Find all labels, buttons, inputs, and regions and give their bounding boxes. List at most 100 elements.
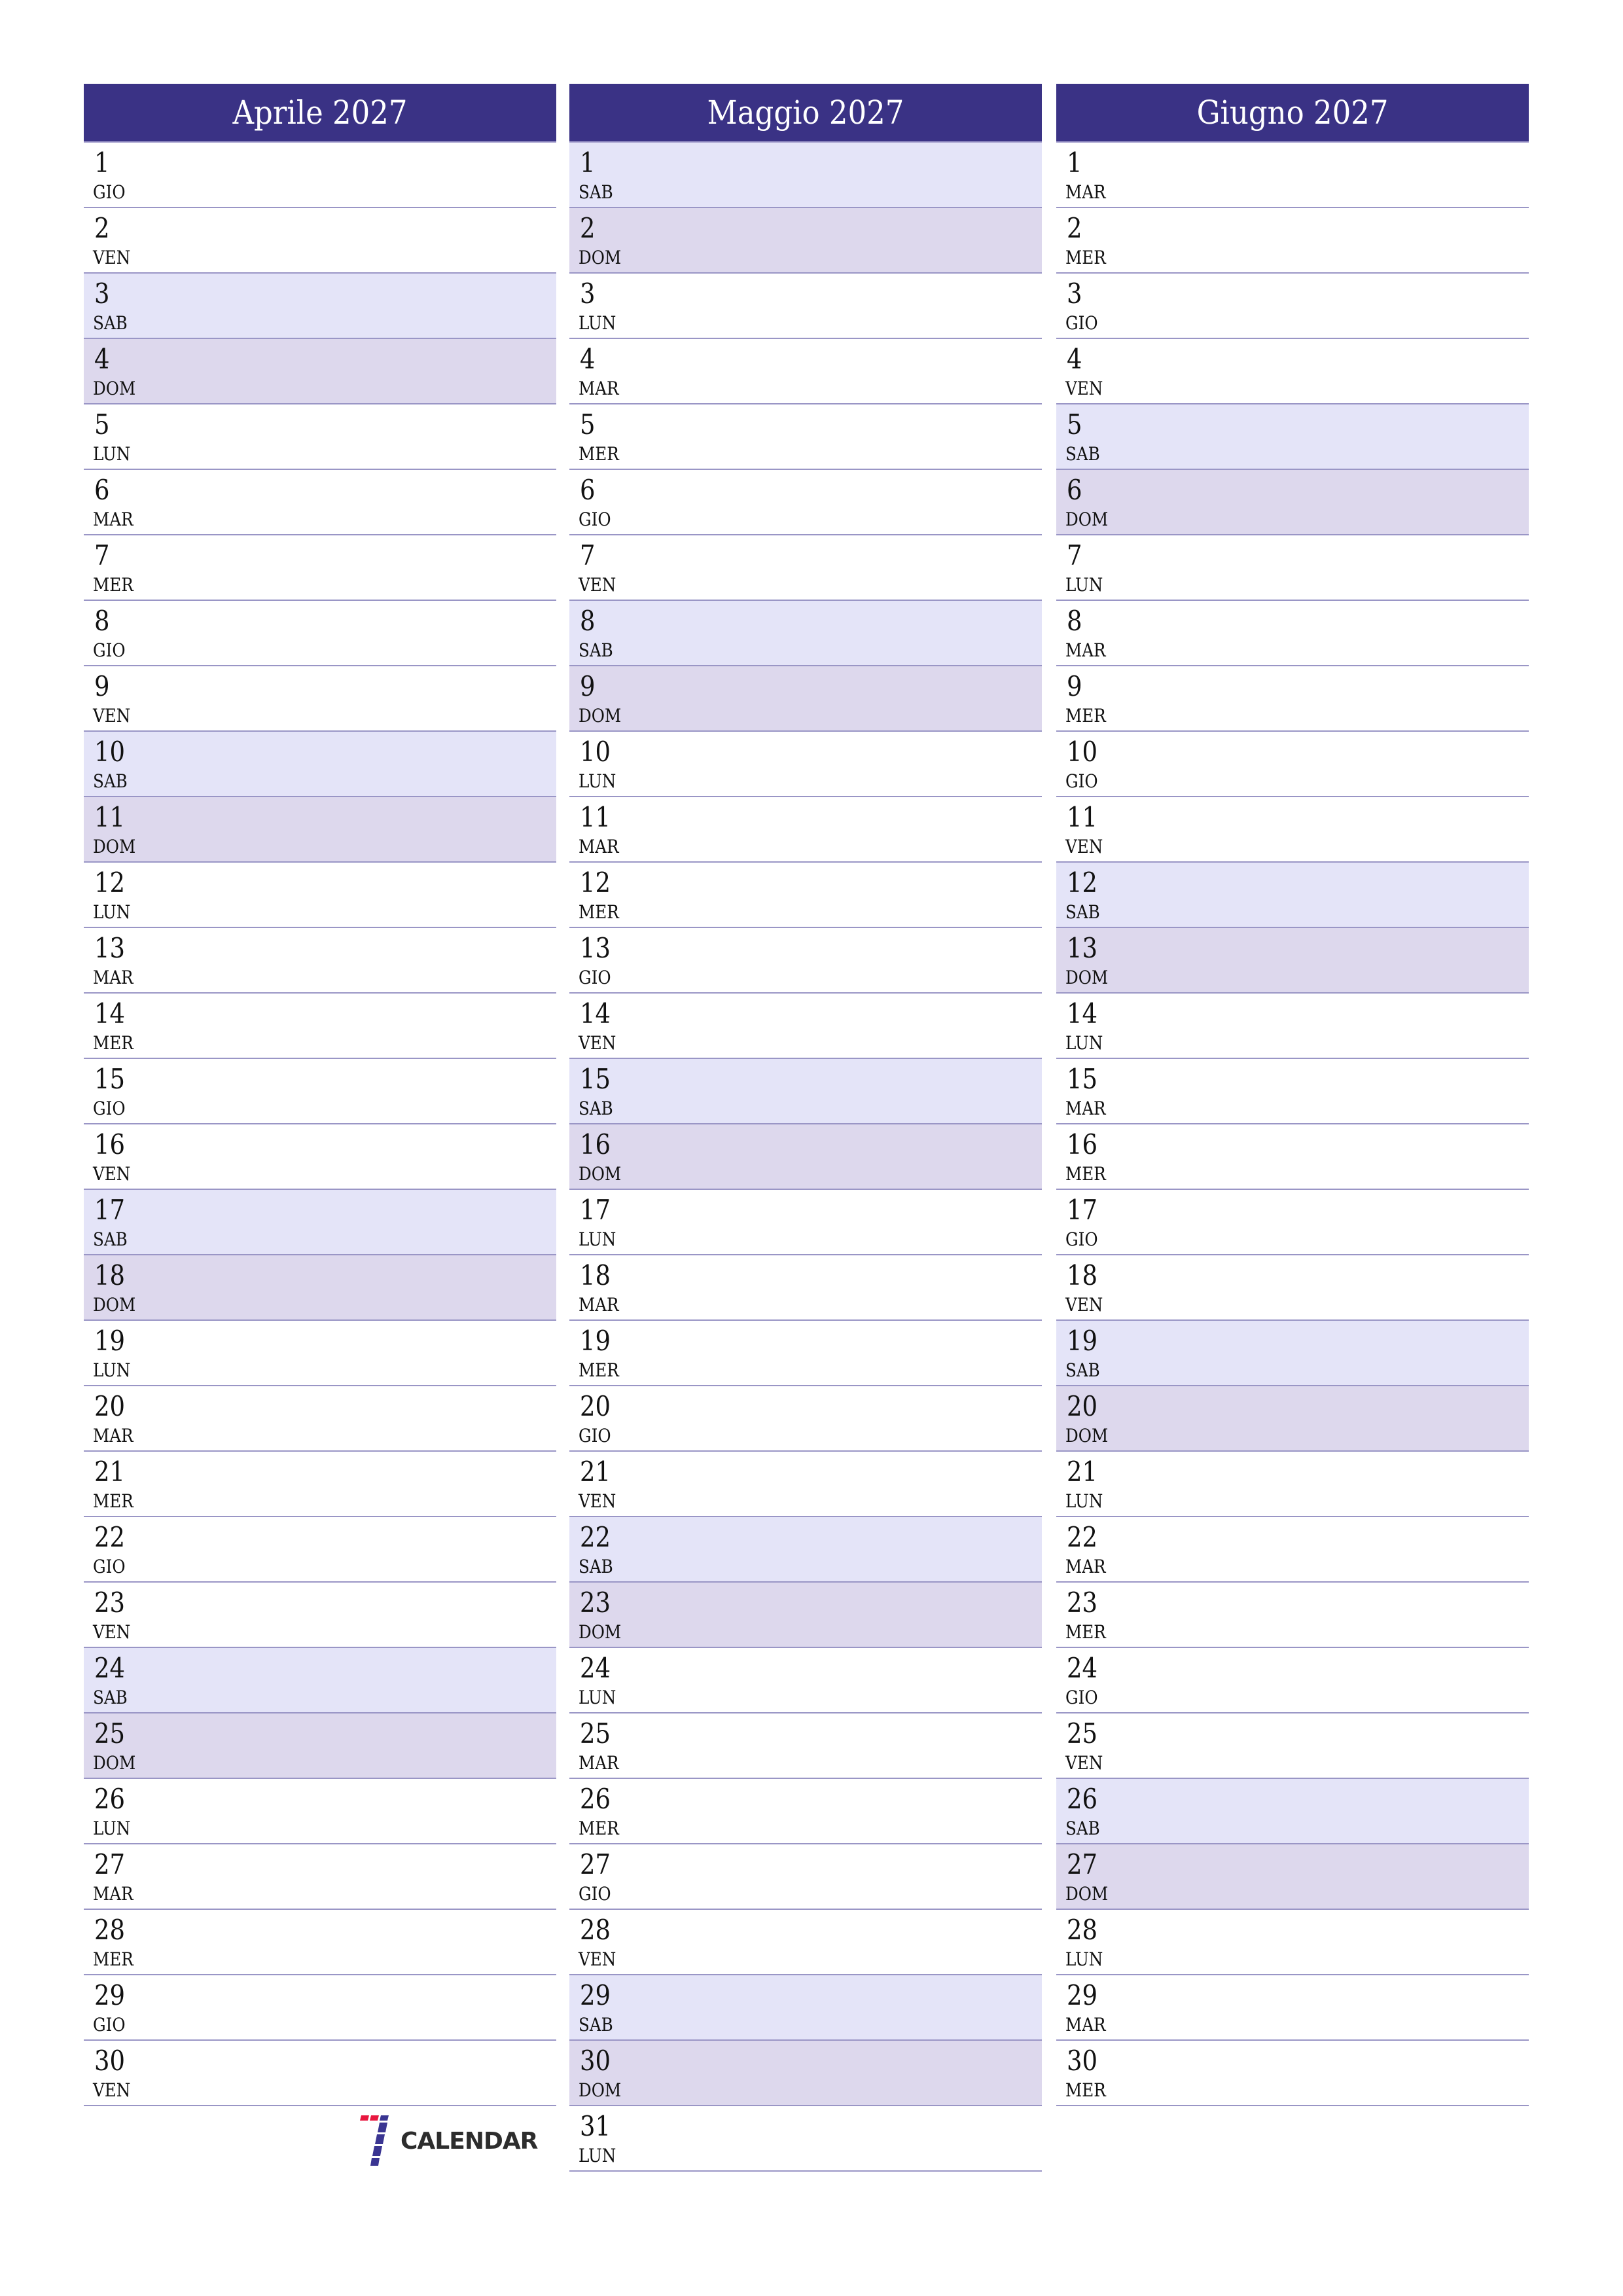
day-row[interactable]: 20 GIO xyxy=(569,1386,1042,1452)
day-row[interactable]: 10 GIO xyxy=(1056,732,1529,797)
day-row[interactable]: 10 SAB xyxy=(84,732,556,797)
day-row[interactable]: 28 VEN xyxy=(569,1910,1042,1975)
day-row[interactable]: 20 DOM xyxy=(1056,1386,1529,1452)
day-row[interactable]: 9 MER xyxy=(1056,666,1529,732)
day-row[interactable]: 3 SAB xyxy=(84,274,556,339)
day-row[interactable]: 6 GIO xyxy=(569,470,1042,535)
day-row[interactable]: 28 LUN xyxy=(1056,1910,1529,1975)
day-row[interactable]: 14 LUN xyxy=(1056,994,1529,1059)
day-row[interactable]: 18 VEN xyxy=(1056,1255,1529,1321)
day-row[interactable]: 1 MAR xyxy=(1056,143,1529,208)
day-row[interactable]: 19 MER xyxy=(569,1321,1042,1386)
day-row[interactable]: 22 GIO xyxy=(84,1517,556,1583)
day-row[interactable]: 29 GIO xyxy=(84,1975,556,2041)
day-row[interactable]: 19 LUN xyxy=(84,1321,556,1386)
day-row[interactable]: 27 DOM xyxy=(1056,1844,1529,1910)
day-row[interactable]: 3 GIO xyxy=(1056,274,1529,339)
day-row[interactable]: 15 MAR xyxy=(1056,1059,1529,1124)
day-row[interactable]: 29 MAR xyxy=(1056,1975,1529,2041)
day-row[interactable]: 12 SAB xyxy=(1056,863,1529,928)
day-of-week: VEN xyxy=(579,1948,616,1970)
day-row[interactable]: 12 MER xyxy=(569,863,1042,928)
day-row[interactable]: 18 MAR xyxy=(569,1255,1042,1321)
day-row[interactable]: 17 GIO xyxy=(1056,1190,1529,1255)
day-row[interactable]: 11 MAR xyxy=(569,797,1042,863)
day-row[interactable]: 26 SAB xyxy=(1056,1779,1529,1844)
day-row[interactable]: 23 DOM xyxy=(569,1583,1042,1648)
day-row[interactable]: 5 MER xyxy=(569,404,1042,470)
day-row[interactable]: 22 MAR xyxy=(1056,1517,1529,1583)
day-row[interactable]: 13 MAR xyxy=(84,928,556,994)
day-row[interactable]: 6 DOM xyxy=(1056,470,1529,535)
day-row[interactable]: 26 LUN xyxy=(84,1779,556,1844)
day-row[interactable]: 2 DOM xyxy=(569,208,1042,274)
day-row[interactable]: 16 MER xyxy=(1056,1124,1529,1190)
day-row[interactable]: 1 GIO xyxy=(84,143,556,208)
day-row[interactable]: 8 MAR xyxy=(1056,601,1529,666)
day-row[interactable]: 4 VEN xyxy=(1056,339,1529,404)
day-row[interactable]: 13 DOM xyxy=(1056,928,1529,994)
day-row[interactable]: 15 GIO xyxy=(84,1059,556,1124)
day-row[interactable]: 16 DOM xyxy=(569,1124,1042,1190)
day-row[interactable]: 16 VEN xyxy=(84,1124,556,1190)
day-row[interactable]: 17 LUN xyxy=(569,1190,1042,1255)
day-row[interactable]: 14 MER xyxy=(84,994,556,1059)
day-row[interactable]: 27 GIO xyxy=(569,1844,1042,1910)
day-row[interactable]: 8 SAB xyxy=(569,601,1042,666)
day-row[interactable]: 28 MER xyxy=(84,1910,556,1975)
month-column-april: Aprile 2027 1 GIO 2 VEN 3 SAB 4 DOM 5 LUN 6 MAR 7 MER… xyxy=(84,84,556,2106)
day-row[interactable]: 22 SAB xyxy=(569,1517,1042,1583)
day-row[interactable]: 8 GIO xyxy=(84,601,556,666)
day-row[interactable]: 6 MAR xyxy=(84,470,556,535)
day-row[interactable]: 20 MAR xyxy=(84,1386,556,1452)
day-row[interactable]: 31 LUN xyxy=(569,2106,1042,2172)
day-of-week: DOM xyxy=(93,1294,136,1316)
day-row[interactable]: 18 DOM xyxy=(84,1255,556,1321)
day-row[interactable]: 2 MER xyxy=(1056,208,1529,274)
day-row[interactable]: 21 LUN xyxy=(1056,1452,1529,1517)
day-row[interactable]: 19 SAB xyxy=(1056,1321,1529,1386)
day-row[interactable]: 12 LUN xyxy=(84,863,556,928)
day-row[interactable]: 23 MER xyxy=(1056,1583,1529,1648)
day-number: 4 xyxy=(1067,343,1082,375)
day-row[interactable]: 30 VEN xyxy=(84,2041,556,2106)
day-row[interactable]: 4 DOM xyxy=(84,339,556,404)
day-row[interactable]: 15 SAB xyxy=(569,1059,1042,1124)
day-row[interactable]: 3 LUN xyxy=(569,274,1042,339)
day-row[interactable]: 2 VEN xyxy=(84,208,556,274)
day-row[interactable]: 21 VEN xyxy=(569,1452,1042,1517)
day-row[interactable]: 30 DOM xyxy=(569,2041,1042,2106)
day-row[interactable]: 13 GIO xyxy=(569,928,1042,994)
day-row[interactable]: 30 MER xyxy=(1056,2041,1529,2106)
day-row[interactable]: 25 MAR xyxy=(569,1713,1042,1779)
day-row[interactable]: 26 MER xyxy=(569,1779,1042,1844)
day-number: 11 xyxy=(580,801,611,833)
day-row[interactable]: 7 MER xyxy=(84,535,556,601)
day-row[interactable]: 25 DOM xyxy=(84,1713,556,1779)
day-of-week: MER xyxy=(93,1490,134,1512)
day-of-week: SAB xyxy=(579,1098,613,1119)
day-row[interactable]: 11 VEN xyxy=(1056,797,1529,863)
day-row[interactable]: 24 LUN xyxy=(569,1648,1042,1713)
day-row[interactable]: 25 VEN xyxy=(1056,1713,1529,1779)
day-row[interactable]: 5 SAB xyxy=(1056,404,1529,470)
day-row[interactable]: 5 LUN xyxy=(84,404,556,470)
day-row[interactable]: 14 VEN xyxy=(569,994,1042,1059)
day-number: 20 xyxy=(1067,1390,1098,1422)
day-row[interactable]: 7 VEN xyxy=(569,535,1042,601)
day-row[interactable]: 11 DOM xyxy=(84,797,556,863)
day-row[interactable]: 24 SAB xyxy=(84,1648,556,1713)
day-row[interactable]: 21 MER xyxy=(84,1452,556,1517)
day-row[interactable]: 9 DOM xyxy=(569,666,1042,732)
day-row[interactable]: 7 LUN xyxy=(1056,535,1529,601)
day-row[interactable]: 27 MAR xyxy=(84,1844,556,1910)
day-row[interactable]: 1 SAB xyxy=(569,143,1042,208)
day-row[interactable]: 24 GIO xyxy=(1056,1648,1529,1713)
day-row[interactable]: 23 VEN xyxy=(84,1583,556,1648)
day-row[interactable]: 29 SAB xyxy=(569,1975,1042,2041)
day-row[interactable]: 9 VEN xyxy=(84,666,556,732)
day-row[interactable]: 17 SAB xyxy=(84,1190,556,1255)
day-number: 17 xyxy=(94,1194,126,1226)
day-row[interactable]: 10 LUN xyxy=(569,732,1042,797)
day-row[interactable]: 4 MAR xyxy=(569,339,1042,404)
